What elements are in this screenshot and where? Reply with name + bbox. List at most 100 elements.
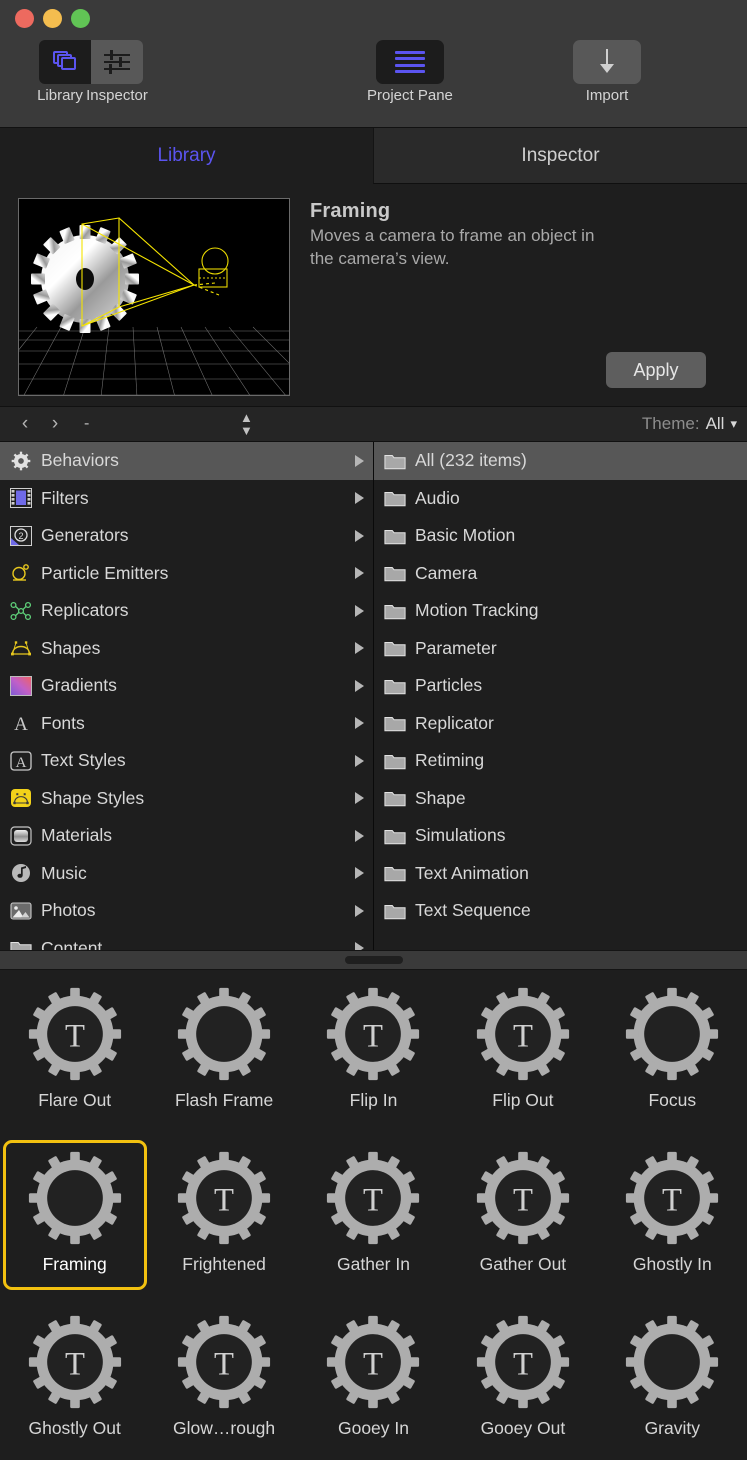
inspector-button[interactable] [91,40,143,84]
toolbar-group-project-pane: Project Pane [367,40,453,104]
window-titlebar: Library Inspector Project Pane [0,0,747,128]
horizontal-splitter[interactable] [0,950,747,970]
gear-text-icon: T [475,1150,571,1246]
category-row-content[interactable]: Content [0,930,373,951]
category-label: Gradients [41,675,117,696]
shape-icon [8,636,34,660]
behavior-cell-flip-out[interactable]: T Flip Out [448,974,597,1138]
preview-thumbnail[interactable] [18,198,290,396]
subcategory-row-particles[interactable]: Particles [374,667,747,705]
behavior-label: Gooey In [338,1418,409,1439]
category-row-photos[interactable]: Photos [0,892,373,930]
category-row-generators[interactable]: 2 Generators [0,517,373,555]
behavior-cell-frightened[interactable]: T Frightened [149,1138,298,1302]
subcategory-label: Camera [415,563,477,584]
project-pane-button[interactable] [376,40,444,84]
framing-preview-image [19,199,290,396]
folder-icon [382,824,408,848]
splitter-grabber[interactable] [345,956,403,964]
import-button[interactable] [573,40,641,84]
apply-button[interactable]: Apply [606,352,706,388]
behavior-cell-focus[interactable]: Focus [598,974,747,1138]
behavior-cell-gather-out[interactable]: T Gather Out [448,1138,597,1302]
behavior-cell-ghostly-in[interactable]: T Ghostly In [598,1138,747,1302]
minimize-button[interactable] [43,9,62,28]
behavior-cell-gooey-in[interactable]: T Gooey In [299,1302,448,1460]
behavior-cell-flash-frame[interactable]: Flash Frame [149,974,298,1138]
sliders-icon [104,51,130,73]
folder-icon [382,561,408,585]
back-button[interactable]: ‹ [10,413,40,435]
category-row-gradients[interactable]: Gradients [0,667,373,705]
svg-text:T: T [662,1182,682,1218]
theme-selector[interactable]: Theme: All ▾ [642,414,737,434]
subcategory-row-basic-motion[interactable]: Basic Motion [374,517,747,555]
folder-icon [382,486,408,510]
category-row-fonts[interactable]: A Fonts [0,705,373,743]
category-column[interactable]: Behaviors Filters 2 Generators [0,442,374,950]
subcategory-row-parameter[interactable]: Parameter [374,630,747,668]
behavior-label: Gooey Out [481,1418,566,1439]
subcategory-column[interactable]: All (232 items) Audio Basic Motion Camer… [374,442,747,950]
behavior-cell-gather-in[interactable]: T Gather In [299,1138,448,1302]
subcategory-row-simulations[interactable]: Simulations [374,817,747,855]
behavior-cell-ghostly-out[interactable]: T Ghostly Out [0,1302,149,1460]
tab-library[interactable]: Library [0,128,373,184]
chevron-right-icon [355,830,364,842]
gear-icon [176,986,272,1082]
category-row-shapes[interactable]: Shapes [0,630,373,668]
behavior-cell-gravity[interactable]: Gravity [598,1302,747,1460]
toolbar-group-library-inspector: Library Inspector [34,40,148,104]
svg-text:T: T [513,1346,533,1382]
category-row-music[interactable]: Music [0,855,373,893]
forward-button[interactable]: › [40,413,70,435]
category-row-materials[interactable]: Materials [0,817,373,855]
gradient-icon [8,674,34,698]
gear-icon [8,449,34,473]
preview-info: Framing Moves a camera to frame an objec… [310,198,729,396]
behavior-label: Frightened [182,1254,266,1275]
stepper-updown-icon[interactable]: ▲▼ [240,411,253,437]
category-row-behaviors[interactable]: Behaviors [0,442,373,480]
folder-icon [382,636,408,660]
category-row-replicators[interactable]: Replicators [0,592,373,630]
behavior-cell-gooey-out[interactable]: T Gooey Out [448,1302,597,1460]
behavior-label: Gravity [645,1418,700,1439]
behavior-cell-flare-out[interactable]: T Flare Out [0,974,149,1138]
subcategory-row-audio[interactable]: Audio [374,480,747,518]
behavior-cell-flip-in[interactable]: T Flip In [299,974,448,1138]
category-label: Shape Styles [41,788,144,809]
behavior-cell-framing[interactable]: Framing [0,1138,149,1302]
close-button[interactable] [15,9,34,28]
category-label: Materials [41,825,112,846]
category-label: Fonts [41,713,85,734]
zoom-button[interactable] [71,9,90,28]
gear-text-icon: T [27,986,123,1082]
arrow-down-icon [596,49,618,75]
category-row-text-styles[interactable]: A Text Styles [0,742,373,780]
chevron-right-icon [355,680,364,692]
tab-inspector[interactable]: Inspector [373,128,747,184]
subcategory-row-text-sequence[interactable]: Text Sequence [374,892,747,930]
subcategory-row-camera[interactable]: Camera [374,555,747,593]
subcategory-row-text-animation[interactable]: Text Animation [374,855,747,893]
subcategory-label: Parameter [415,638,497,659]
subcategory-row-retiming[interactable]: Retiming [374,742,747,780]
font-icon: A [8,711,34,735]
svg-text:T: T [513,1182,533,1218]
chevron-right-icon [355,717,364,729]
gear-icon [624,1314,720,1410]
category-label: Particle Emitters [41,563,168,584]
library-button[interactable] [39,40,91,84]
subcategory-label: Particles [415,675,482,696]
subcategory-row-shape[interactable]: Shape [374,780,747,818]
subcategory-row-all[interactable]: All (232 items) [374,442,747,480]
category-row-particle-emitters[interactable]: Particle Emitters [0,555,373,593]
subcategory-row-replicator[interactable]: Replicator [374,705,747,743]
subcategory-label: Motion Tracking [415,600,539,621]
category-row-shape-styles[interactable]: Shape Styles [0,780,373,818]
category-row-filters[interactable]: Filters [0,480,373,518]
behavior-label: Framing [43,1254,107,1275]
subcategory-row-motion-tracking[interactable]: Motion Tracking [374,592,747,630]
behavior-cell-glow-through[interactable]: T Glow…rough [149,1302,298,1460]
